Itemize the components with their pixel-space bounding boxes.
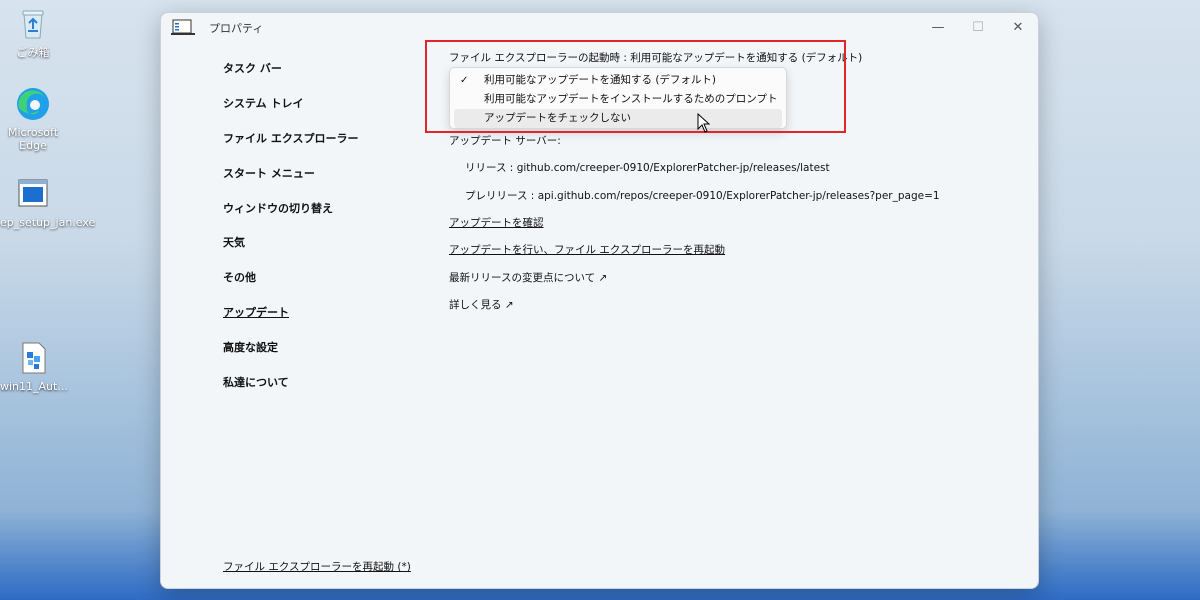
file-icon: [15, 340, 51, 376]
sidebar-item-file-explorer[interactable]: ファイル エクスプローラー: [223, 121, 403, 156]
sidebar-item-label: その他: [223, 271, 256, 285]
desktop-icon-label: Microsoft Edge: [7, 126, 59, 152]
minimize-button[interactable]: —: [918, 13, 958, 41]
sidebar-item-label: スタート メニュー: [223, 166, 315, 180]
sidebar-item-advanced[interactable]: 高度な設定: [223, 329, 403, 364]
sidebar-item-update[interactable]: アップデート: [223, 295, 403, 330]
window-title: プロパティ: [209, 22, 264, 35]
desktop-icon-label: win11_Aut...: [0, 380, 68, 393]
update-server-label: アップデート サーバー:: [449, 135, 561, 147]
edge-icon: [15, 86, 51, 122]
close-button[interactable]: ✕: [998, 13, 1038, 41]
release-server-line: リリース : github.com/creeper-0910/ExplorerP…: [465, 162, 830, 174]
sidebar-item-window-switcher[interactable]: ウィンドウの切り替え: [223, 190, 403, 225]
checkmark-icon: ✓: [460, 75, 469, 86]
dropdown-option-no-check[interactable]: アップデートをチェックしない: [454, 109, 782, 128]
recycle-bin-icon: [15, 6, 51, 42]
sidebar-item-start-menu[interactable]: スタート メニュー: [223, 155, 403, 190]
update-settings: ファイル エクスプローラーの起動時 : 利用可能なアップデートを通知する (デフ…: [449, 49, 1009, 67]
sidebar-item-label: アップデート: [223, 305, 289, 319]
sidebar: タスク バー システム トレイ ファイル エクスプローラー スタート メニュー …: [223, 51, 403, 399]
title-bar[interactable]: プロパティ — ☐ ✕: [161, 13, 1038, 41]
desktop-icon-label: ep_setup_jan.exe: [0, 216, 96, 229]
app-icon: [171, 19, 195, 35]
sidebar-item-label: システム トレイ: [223, 97, 304, 111]
sidebar-item-about[interactable]: 私達について: [223, 364, 403, 399]
sidebar-item-label: ファイル エクスプローラー: [223, 131, 359, 145]
mouse-cursor-icon: [697, 112, 711, 137]
dropdown-option-label: 利用可能なアップデートを通知する (デフォルト): [484, 74, 717, 86]
desktop-icon-edge[interactable]: Microsoft Edge: [0, 86, 66, 152]
maximize-button[interactable]: ☐: [958, 13, 998, 41]
check-updates-link[interactable]: アップデートを確認: [449, 215, 544, 230]
desktop-icon-win11-aut[interactable]: win11_Aut...: [0, 340, 68, 393]
sidebar-item-system-tray[interactable]: システム トレイ: [223, 86, 403, 121]
sidebar-item-taskbar[interactable]: タスク バー: [223, 51, 403, 86]
properties-window: プロパティ — ☐ ✕ タスク バー システム トレイ ファイル エクスプローラ…: [160, 12, 1039, 589]
update-and-restart-link[interactable]: アップデートを行い、ファイル エクスプローラーを再起動: [449, 242, 725, 257]
prerelease-server-line: プレリリース : api.github.com/repos/creeper-09…: [465, 190, 940, 202]
dropdown-option-label: アップデートをチェックしない: [484, 112, 631, 124]
desktop-icon-ep-setup[interactable]: ep_setup_jan.exe: [0, 176, 96, 229]
sidebar-item-other[interactable]: その他: [223, 260, 403, 295]
sidebar-item-label: 私達について: [223, 375, 289, 389]
learn-more-link[interactable]: 詳しく見る ↗: [449, 297, 514, 312]
sidebar-item-label: 天気: [223, 236, 245, 250]
restart-explorer-link[interactable]: ファイル エクスプローラーを再起動 (*): [223, 559, 411, 574]
changelog-link[interactable]: 最新リリースの変更点について ↗: [449, 270, 607, 285]
desktop-icon-label: ごみ箱: [16, 46, 50, 59]
update-option-dropdown: ✓ 利用可能なアップデートを通知する (デフォルト) 利用可能なアップデートをイ…: [449, 67, 787, 129]
update-behavior-setting[interactable]: ファイル エクスプローラーの起動時 : 利用可能なアップデートを通知する (デフ…: [449, 49, 1009, 67]
sidebar-item-label: タスク バー: [223, 62, 282, 76]
sidebar-item-label: ウィンドウの切り替え: [223, 201, 333, 215]
sidebar-item-weather[interactable]: 天気: [223, 225, 403, 260]
dropdown-option-prompt-install[interactable]: 利用可能なアップデートをインストールするためのプロンプトを表示: [454, 90, 782, 124]
installer-icon: [15, 176, 51, 212]
sidebar-item-label: 高度な設定: [223, 340, 278, 354]
dropdown-option-notify[interactable]: ✓ 利用可能なアップデートを通知する (デフォルト): [454, 71, 782, 90]
desktop-icon-recycle-bin[interactable]: ごみ箱: [0, 6, 66, 59]
